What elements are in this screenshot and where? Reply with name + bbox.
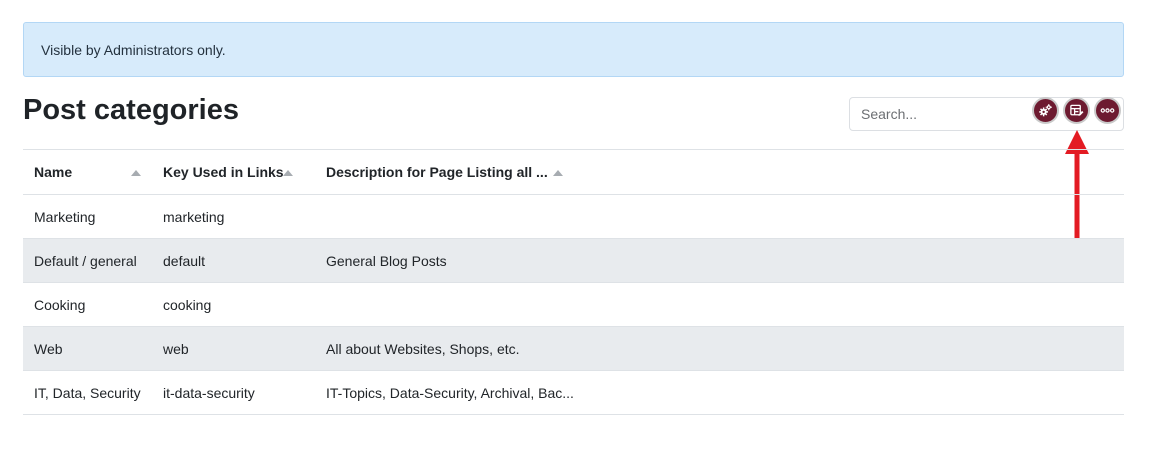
cell-name: Web — [34, 340, 63, 357]
cell-key: marketing — [163, 208, 225, 225]
sort-asc-icon[interactable] — [553, 170, 563, 176]
cell-key: default — [163, 252, 206, 269]
column-header-key[interactable]: Key Used in Links — [152, 150, 315, 194]
column-header-name[interactable]: Name — [23, 150, 152, 194]
cell-key: web — [163, 340, 189, 357]
column-header-label: Key Used in Links — [163, 164, 284, 180]
table-row[interactable]: IT, Data, Security it-data-security IT-T… — [23, 371, 1124, 415]
search-input[interactable] — [850, 98, 1025, 130]
cell-description: All about Websites, Shops, etc. — [326, 340, 520, 357]
column-header-label: Name — [34, 164, 73, 180]
gears-icon — [1039, 104, 1052, 117]
cell-name: IT, Data, Security — [34, 384, 141, 401]
column-header-label: Description for Page Listing all ... — [326, 164, 548, 180]
cell-name: Marketing — [34, 208, 96, 225]
table-config-button[interactable] — [1063, 97, 1090, 124]
cell-name: Default / general — [34, 252, 137, 269]
cell-key: cooking — [163, 296, 212, 313]
admin-notice: Visible by Administrators only. — [23, 22, 1124, 77]
page-title: Post categories — [23, 94, 239, 126]
more-icon — [1100, 108, 1115, 113]
admin-notice-text: Visible by Administrators only. — [41, 41, 226, 58]
sort-asc-icon[interactable] — [283, 170, 293, 176]
settings-button[interactable] — [1032, 97, 1059, 124]
cell-description — [315, 195, 1124, 238]
cell-key: it-data-security — [163, 384, 255, 401]
more-options-button[interactable] — [1094, 97, 1121, 124]
sort-asc-icon[interactable] — [131, 170, 141, 176]
table-row[interactable]: Web web All about Websites, Shops, etc. — [23, 327, 1124, 371]
table-row[interactable]: Marketing marketing — [23, 195, 1124, 239]
cell-name: Cooking — [34, 296, 86, 313]
cell-description — [315, 283, 1124, 326]
table-row[interactable]: Cooking cooking — [23, 283, 1124, 327]
table-row[interactable]: Default / general default General Blog P… — [23, 239, 1124, 283]
table-header: Name Key Used in Links Description for P… — [23, 150, 1124, 195]
categories-table: Name Key Used in Links Description for P… — [23, 149, 1124, 415]
column-header-description[interactable]: Description for Page Listing all ... — [315, 150, 1124, 194]
cell-description: IT-Topics, Data-Security, Archival, Bac.… — [326, 384, 574, 401]
table-edit-icon — [1070, 104, 1084, 116]
cell-description: General Blog Posts — [326, 252, 447, 269]
